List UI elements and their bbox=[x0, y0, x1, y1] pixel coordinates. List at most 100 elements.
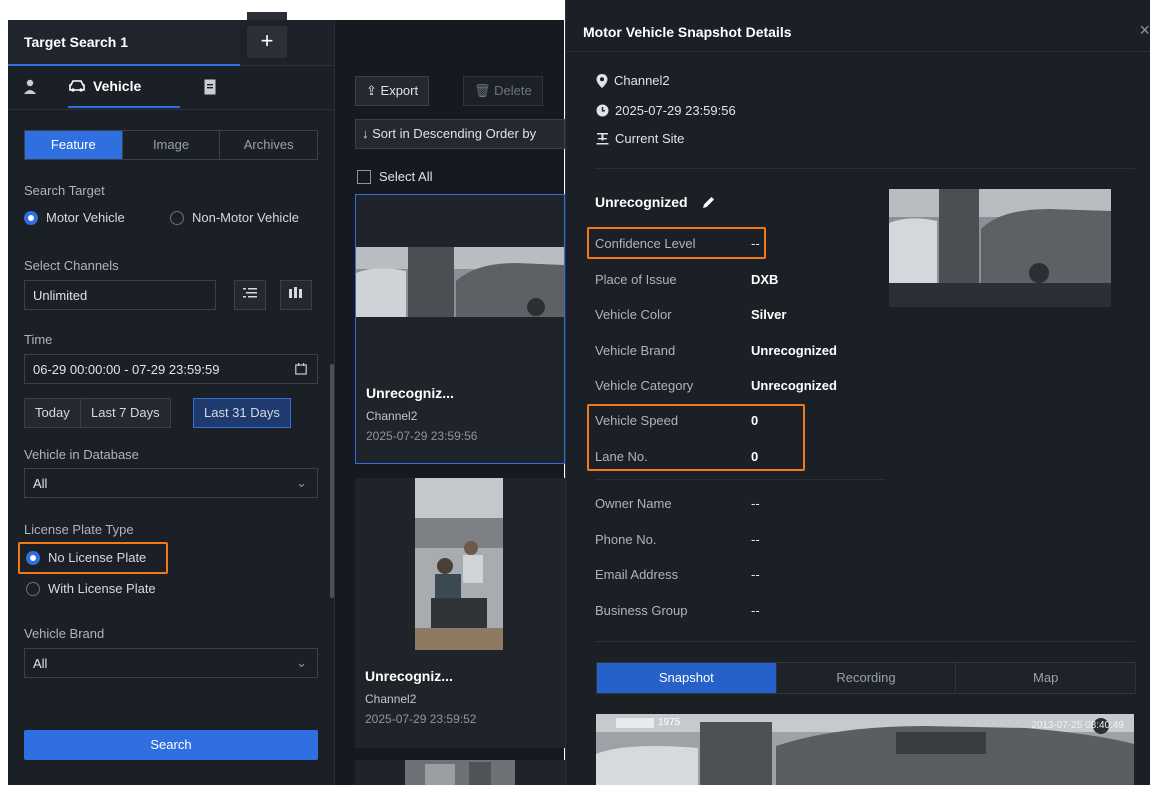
field-key: Vehicle Speed bbox=[595, 413, 679, 428]
tab-target-search-1[interactable]: Target Search 1 bbox=[8, 20, 240, 66]
field-value: Unrecognized bbox=[751, 378, 837, 393]
site-icon bbox=[596, 133, 609, 145]
field-value: 0 bbox=[751, 449, 759, 464]
add-tab-button[interactable]: + bbox=[247, 26, 287, 58]
snapshot-timestamp: 2013-07-25 08:40:49 bbox=[1031, 720, 1124, 731]
field-key: Email Address bbox=[595, 567, 679, 582]
details-header: Motor Vehicle Snapshot Details × bbox=[566, 0, 1150, 52]
select-channels-label: Select Channels bbox=[24, 258, 119, 273]
vehicle-db-value: All bbox=[33, 476, 48, 491]
time-range-value: 06-29 00:00:00 - 07-29 23:59:59 bbox=[33, 362, 220, 377]
last-7-days-button[interactable]: Last 7 Days bbox=[80, 398, 171, 428]
results-panel: ⇪ Export 🗑 Delete ↓ Sort in Descending O… bbox=[334, 20, 565, 785]
field-key: Vehicle Category bbox=[595, 378, 694, 393]
export-button[interactable]: ⇪ Export bbox=[355, 76, 430, 106]
time-range-input[interactable]: 06-29 00:00:00 - 07-29 23:59:59 bbox=[24, 354, 318, 384]
today-button[interactable]: Today bbox=[24, 398, 81, 428]
result-title: Unrecogniz... bbox=[366, 385, 454, 401]
radio-motor-vehicle[interactable]: Motor Vehicle bbox=[24, 210, 125, 225]
tab-snapshot[interactable]: Snapshot bbox=[597, 663, 777, 693]
field-value: Unrecognized bbox=[751, 343, 837, 358]
result-title: Unrecogniz... bbox=[365, 668, 453, 684]
channels-input[interactable]: Unlimited bbox=[24, 280, 216, 310]
vehicle-brand-value: All bbox=[33, 656, 48, 671]
search-button[interactable]: Search bbox=[24, 730, 318, 760]
snapshot-image[interactable]: 1975 2013-07-25 08:40:49 bbox=[596, 714, 1134, 785]
select-all-label: Select All bbox=[379, 169, 433, 184]
mode-vehicle[interactable]: Vehicle bbox=[68, 78, 141, 94]
tab-label: Target Search 1 bbox=[24, 34, 129, 50]
field-value: -- bbox=[751, 236, 760, 251]
vehicle-db-select[interactable]: All ⌄ bbox=[24, 468, 318, 498]
tab-plus-edge bbox=[247, 12, 287, 20]
radio-with-license-plate[interactable]: With License Plate bbox=[26, 581, 156, 596]
trash-icon: 🗑 bbox=[474, 83, 491, 98]
edit-pencil-icon[interactable] bbox=[702, 196, 715, 209]
radio-dot bbox=[26, 581, 40, 596]
segment-archives[interactable]: Archives bbox=[220, 131, 317, 159]
details-title: Motor Vehicle Snapshot Details bbox=[583, 24, 792, 40]
chevron-down-icon: ⌄ bbox=[296, 475, 307, 490]
checkbox-box bbox=[357, 169, 371, 184]
vehicle-brand-select[interactable]: All ⌄ bbox=[24, 648, 318, 678]
select-all-checkbox[interactable]: Select All bbox=[357, 169, 432, 184]
field-value: Silver bbox=[751, 307, 787, 322]
radio-dot bbox=[24, 210, 38, 225]
channel-map-button[interactable] bbox=[280, 280, 312, 310]
mode-underline bbox=[68, 106, 180, 108]
person-icon[interactable] bbox=[22, 78, 38, 96]
radio-dot bbox=[26, 550, 40, 565]
detail-site: Current Site bbox=[596, 131, 684, 146]
radio-label: Motor Vehicle bbox=[46, 210, 125, 225]
tab-recording[interactable]: Recording bbox=[776, 663, 957, 693]
sort-label: Sort in Descending Order by bbox=[372, 126, 537, 141]
detail-name: Unrecognized bbox=[595, 194, 688, 210]
document-icon[interactable] bbox=[204, 79, 216, 95]
vehicle-brand-label: Vehicle Brand bbox=[24, 626, 105, 641]
segment-feature[interactable]: Feature bbox=[25, 131, 123, 159]
detail-time-value: 2025-07-29 23:59:56 bbox=[615, 103, 736, 118]
detail-site-value: Current Site bbox=[615, 131, 685, 146]
result-channel: Channel2 bbox=[366, 409, 418, 423]
last-31-days-button[interactable]: Last 31 Days bbox=[193, 398, 291, 428]
location-pin-icon bbox=[596, 73, 608, 88]
sort-button[interactable]: ↓ Sort in Descending Order by bbox=[355, 119, 565, 149]
field-value: -- bbox=[751, 567, 760, 582]
field-value: DXB bbox=[751, 272, 779, 287]
field-key: Phone No. bbox=[595, 532, 657, 547]
delete-label: Delete bbox=[494, 83, 532, 98]
segment-image[interactable]: Image bbox=[123, 131, 221, 159]
radio-no-license-plate[interactable]: No License Plate bbox=[26, 550, 146, 565]
detail-channel-value: Channel2 bbox=[614, 73, 670, 88]
radio-label: No License Plate bbox=[48, 550, 147, 565]
mode-bar: Vehicle bbox=[8, 66, 334, 110]
channel-list-button[interactable] bbox=[234, 280, 266, 310]
result-card-2[interactable]: Unrecogniz... Channel2 2025-07-29 23:59:… bbox=[355, 478, 565, 748]
arrow-down-icon: ↓ bbox=[362, 126, 369, 141]
field-key: Lane No. bbox=[595, 449, 648, 464]
radio-label: With License Plate bbox=[48, 581, 156, 596]
field-value: -- bbox=[751, 603, 760, 618]
result-thumbnail bbox=[415, 478, 503, 650]
close-icon[interactable]: × bbox=[1139, 20, 1150, 41]
radio-non-motor-vehicle[interactable]: Non-Motor Vehicle bbox=[170, 210, 299, 225]
delete-button[interactable]: 🗑 Delete bbox=[463, 76, 543, 106]
field-value: 0 bbox=[751, 413, 759, 428]
result-thumbnail bbox=[356, 247, 564, 317]
result-card-3[interactable] bbox=[355, 760, 565, 785]
result-card-1[interactable]: Unrecogniz... Channel2 2025-07-29 23:59:… bbox=[355, 194, 565, 464]
calendar-icon[interactable] bbox=[295, 363, 307, 375]
map-icon bbox=[289, 287, 302, 298]
result-channel: Channel2 bbox=[365, 692, 417, 706]
field-key: Place of Issue bbox=[595, 272, 677, 287]
list-icon bbox=[243, 288, 257, 298]
time-label: Time bbox=[24, 332, 53, 347]
result-time: 2025-07-29 23:59:56 bbox=[366, 429, 478, 443]
tab-bar: Target Search 1 + bbox=[8, 12, 334, 66]
vehicle-db-label: Vehicle in Database bbox=[24, 447, 139, 462]
tab-map[interactable]: Map bbox=[956, 663, 1136, 693]
thumbnail-image bbox=[889, 189, 1111, 283]
details-panel: Motor Vehicle Snapshot Details × Channel… bbox=[565, 0, 1150, 785]
detail-name-row: Unrecognized bbox=[595, 194, 715, 210]
detail-thumbnail[interactable] bbox=[889, 189, 1111, 307]
